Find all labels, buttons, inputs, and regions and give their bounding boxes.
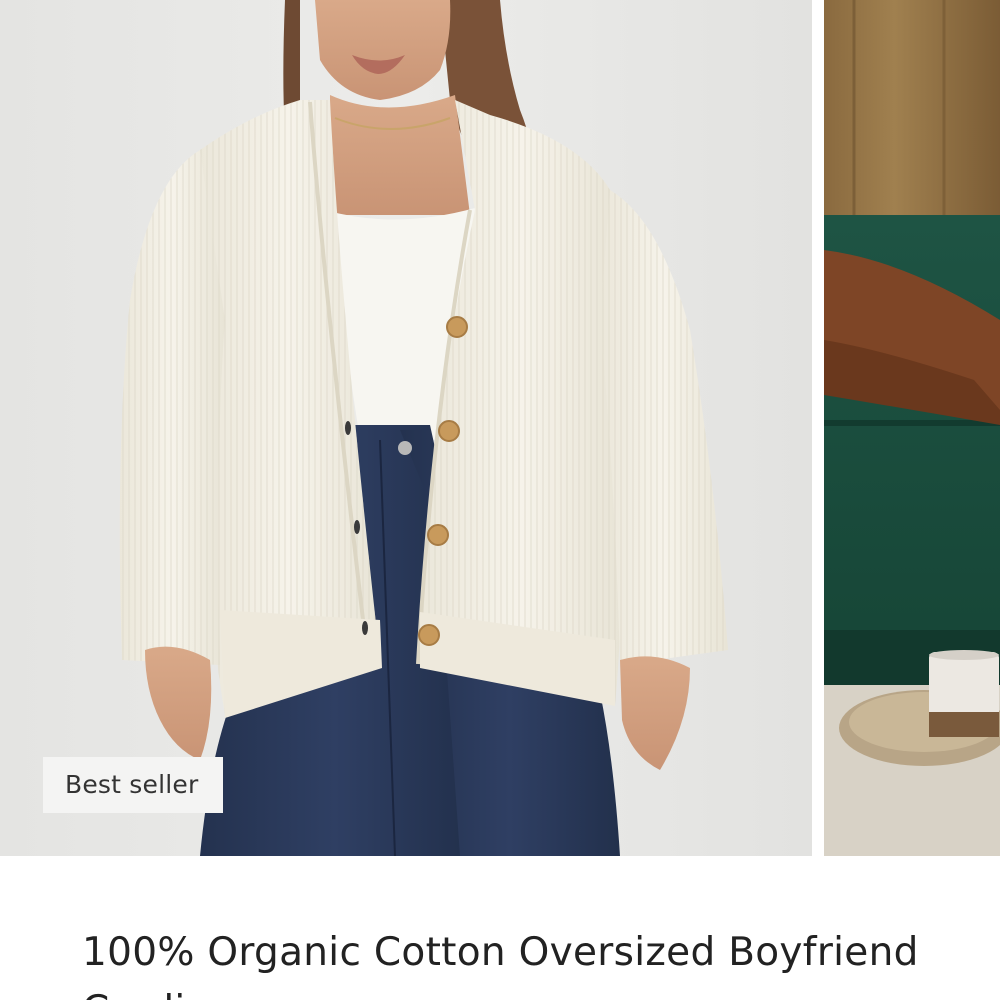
lifestyle-photo-illustration: [824, 0, 1000, 856]
cardigan-model-illustration: [0, 0, 812, 856]
product-image-carousel[interactable]: Best seller: [0, 0, 1000, 856]
product-title[interactable]: 100% Organic Cotton Oversized Boyfriend …: [82, 924, 962, 1000]
product-card[interactable]: Best seller 100% Organic Cotton Oversize…: [0, 0, 1000, 1000]
product-photo-next[interactable]: [824, 0, 1000, 856]
product-photo-main[interactable]: Best seller: [0, 0, 812, 856]
best-seller-badge: Best seller: [43, 757, 223, 813]
